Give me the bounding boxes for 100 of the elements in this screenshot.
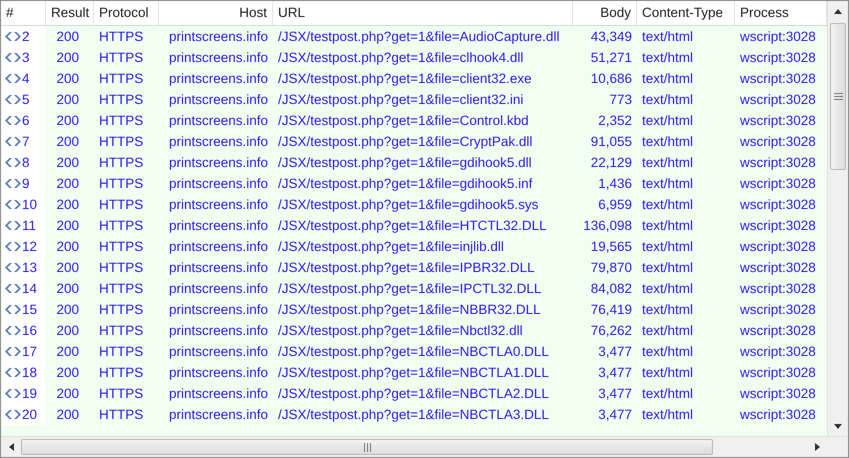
host-cell-text: printscreens.info [168, 70, 269, 88]
url-cell-text: /JSX/testpost.php?get=1&file=CryptPak.dll [277, 133, 534, 151]
scrollbar-thumb[interactable] [830, 23, 846, 170]
host-cell-text: printscreens.info [168, 133, 269, 151]
session-number: 18 [22, 364, 38, 382]
url-cell-text: /JSX/testpost.php?get=1&file=NBCTLA1.DLL [277, 364, 550, 382]
session-number: 8 [22, 154, 30, 172]
scrollbar-thumb[interactable] [21, 439, 713, 455]
up-arrow-icon [834, 8, 842, 14]
process-cell-text: wscript:3028 [739, 175, 817, 193]
down-arrow-icon [834, 424, 842, 428]
column-header[interactable]: Host [159, 1, 273, 25]
url-cell-text: /JSX/testpost.php?get=1&file=AudioCapture.dll [277, 28, 560, 46]
content-type-cell-text: text/html [641, 154, 694, 172]
result-cell-text: 200 [55, 133, 80, 151]
session-number: 2 [22, 28, 30, 46]
protocol-cell-text: HTTPS [98, 196, 144, 214]
body-size-cell-text: 6,959 [597, 196, 633, 214]
host-cell-text: printscreens.info [168, 154, 269, 172]
request-response-icon [5, 137, 21, 146]
url-cell-text: /JSX/testpost.php?get=1&file=NBBR32.DLL [277, 301, 542, 319]
result-cell-text: 200 [55, 280, 80, 298]
protocol-cell-text: HTTPS [98, 175, 144, 193]
body-size-cell-text: 3,477 [597, 364, 633, 382]
process-cell-text: wscript:3028 [739, 280, 817, 298]
content-type-cell-text: text/html [641, 301, 694, 319]
host-cell-text: printscreens.info [168, 196, 269, 214]
session-number: 10 [22, 196, 38, 214]
result-cell-text: 200 [55, 70, 80, 88]
content-type-cell-text: text/html [641, 322, 694, 340]
request-response-icon [5, 32, 21, 41]
body-size-cell-text: 10,686 [590, 70, 633, 88]
column-header[interactable]: Body [573, 1, 637, 25]
result-cell-text: 200 [55, 112, 80, 130]
protocol-cell-text: HTTPS [98, 133, 144, 151]
process-cell-text: wscript:3028 [739, 217, 817, 235]
body-size-cell-text: 773 [608, 91, 633, 109]
body-size-cell-text: 3,477 [597, 385, 633, 403]
protocol-cell-text: HTTPS [98, 301, 144, 319]
session-number: 7 [22, 133, 30, 151]
content-type-cell-text: text/html [641, 91, 694, 109]
process-cell-text: wscript:3028 [739, 154, 817, 172]
session-number: 6 [22, 112, 30, 130]
content-type-cell-text: text/html [641, 70, 694, 88]
body-size-cell-text: 76,419 [590, 301, 633, 319]
host-cell-text: printscreens.info [168, 91, 269, 109]
protocol-cell-text: HTTPS [98, 91, 144, 109]
protocol-cell-text: HTTPS [98, 70, 144, 88]
session-number: 20 [22, 406, 38, 424]
content-type-cell-text: text/html [641, 343, 694, 361]
result-cell-text: 200 [55, 175, 80, 193]
result-cell-text: 200 [55, 301, 80, 319]
body-size-cell-text: 84,082 [590, 280, 633, 298]
process-cell-text: wscript:3028 [739, 322, 817, 340]
result-cell-text: 200 [55, 406, 80, 424]
url-cell-text: /JSX/testpost.php?get=1&file=gdihook5.dll [277, 154, 533, 172]
protocol-cell-text: HTTPS [98, 49, 144, 67]
url-cell-text: /JSX/testpost.php?get=1&file=Control.kbd [277, 112, 530, 130]
session-number: 19 [22, 385, 38, 403]
process-cell-text: wscript:3028 [739, 301, 817, 319]
protocol-cell-text: HTTPS [98, 322, 144, 340]
host-cell-text: printscreens.info [168, 217, 269, 235]
protocol-cell-text: HTTPS [98, 112, 144, 130]
column-header[interactable]: Content-Type [637, 1, 735, 25]
process-cell-text: wscript:3028 [739, 364, 817, 382]
protocol-cell-text: HTTPS [98, 238, 144, 256]
result-cell-text: 200 [55, 217, 80, 235]
content-type-cell-text: text/html [641, 133, 694, 151]
url-cell-text: /JSX/testpost.php?get=1&file=NBCTLA3.DLL [277, 406, 550, 424]
content-type-cell-text: text/html [641, 385, 694, 403]
result-cell-text: 200 [55, 259, 80, 277]
column-header[interactable]: URL [273, 1, 573, 25]
process-cell-text: wscript:3028 [739, 28, 817, 46]
url-cell-text: /JSX/testpost.php?get=1&file=injlib.dll [277, 238, 505, 256]
column-header[interactable]: Result [46, 1, 94, 25]
content-type-cell-text: text/html [641, 217, 694, 235]
content-type-cell-text: text/html [641, 280, 694, 298]
request-response-icon [5, 158, 21, 167]
column-header[interactable]: Protocol [94, 1, 159, 25]
host-cell-text: printscreens.info [168, 364, 269, 382]
content-type-cell-text: text/html [641, 196, 694, 214]
host-cell-text: printscreens.info [168, 301, 269, 319]
host-cell-text: printscreens.info [168, 259, 269, 277]
body-size-cell-text: 22,129 [590, 154, 633, 172]
request-response-icon [5, 284, 21, 293]
request-response-icon [5, 326, 21, 335]
url-cell-text: /JSX/testpost.php?get=1&file=client32.ini [277, 91, 524, 109]
process-cell-text: wscript:3028 [739, 70, 817, 88]
session-number: 15 [22, 301, 38, 319]
process-cell-text: wscript:3028 [739, 49, 817, 67]
request-response-icon [5, 263, 21, 272]
body-size-cell-text: 3,477 [597, 406, 633, 424]
column-header[interactable]: # [1, 1, 46, 25]
host-cell-text: printscreens.info [168, 343, 269, 361]
request-response-icon [5, 179, 21, 188]
body-size-cell-text: 79,870 [590, 259, 633, 277]
protocol-cell-text: HTTPS [98, 343, 144, 361]
host-cell-text: printscreens.info [168, 385, 269, 403]
request-response-icon [5, 221, 21, 230]
result-cell-text: 200 [55, 385, 80, 403]
